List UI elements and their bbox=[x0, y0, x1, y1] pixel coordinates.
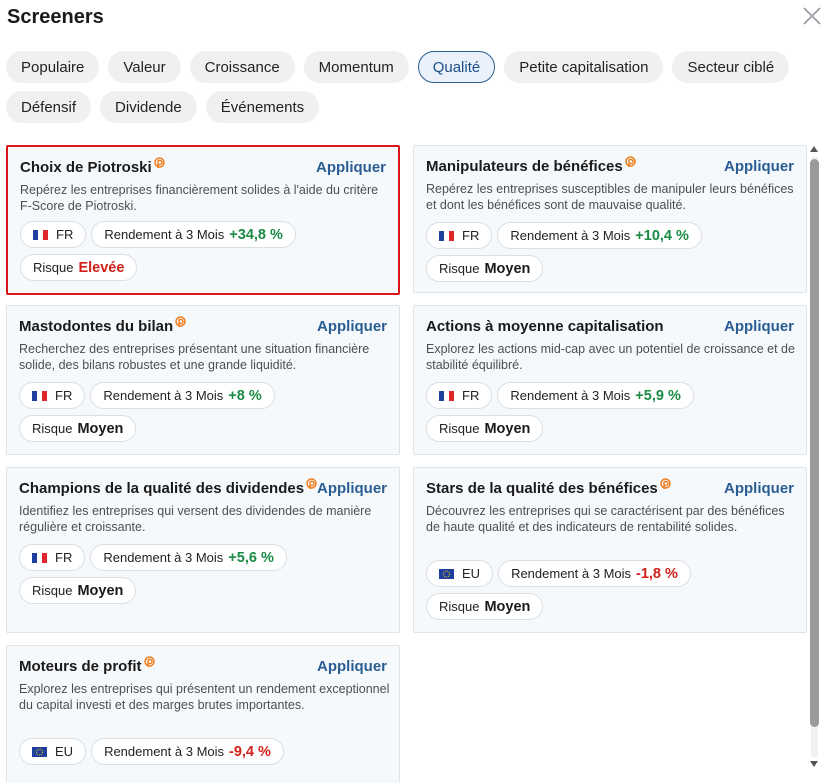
pro-badge-icon bbox=[306, 478, 317, 489]
card-description: Explorez les actions mid-cap avec un pot… bbox=[426, 342, 795, 372]
region-tag: FR bbox=[20, 221, 87, 248]
card-description: Repérez les entreprises financièrement s… bbox=[20, 183, 379, 213]
tab-qualite[interactable]: Qualité bbox=[417, 51, 496, 83]
apply-button[interactable]: Appliquer bbox=[317, 480, 387, 497]
return-value: +8 % bbox=[228, 387, 262, 404]
tab-dividende[interactable]: Dividende bbox=[100, 91, 197, 123]
screener-card-manipulateurs[interactable]: Manipulateurs de bénéfices Appliquer Rep… bbox=[413, 145, 807, 293]
tab-evenements[interactable]: Événements bbox=[205, 91, 320, 123]
tab-croissance[interactable]: Croissance bbox=[189, 51, 295, 83]
return-value: +34,8 % bbox=[229, 226, 283, 243]
return-value: -9,4 % bbox=[229, 743, 271, 760]
apply-button[interactable]: Appliquer bbox=[316, 159, 386, 176]
pro-badge-icon bbox=[143, 656, 155, 667]
card-title: Mastodontes du bilan bbox=[19, 316, 186, 335]
tab-petite-capitalisation[interactable]: Petite capitalisation bbox=[504, 51, 664, 83]
pro-badge-icon bbox=[660, 478, 671, 489]
fr-flag-icon bbox=[32, 552, 47, 563]
return-tag: Rendement à 3 Mois +5,6 % bbox=[90, 544, 287, 571]
pro-badge-icon bbox=[153, 157, 165, 168]
tab-populaire[interactable]: Populaire bbox=[6, 51, 100, 83]
return-tag: Rendement à 3 Mois +34,8 % bbox=[91, 221, 296, 248]
card-title: Moteurs de profit bbox=[19, 656, 155, 675]
risk-tag: Risque Moyen bbox=[426, 415, 544, 442]
card-title: Choix de Piotroski bbox=[20, 157, 165, 176]
pro-badge-icon bbox=[175, 316, 186, 327]
scroll-up-icon[interactable] bbox=[810, 146, 818, 152]
return-tag: Rendement à 3 Mois +8 % bbox=[90, 382, 275, 409]
fr-flag-icon bbox=[32, 390, 47, 401]
scroll-down-icon[interactable] bbox=[810, 761, 818, 767]
screener-card-mastodontes[interactable]: Mastodontes du bilan Appliquer Recherche… bbox=[6, 305, 400, 455]
risk-tag: Risque Moyen bbox=[426, 593, 544, 620]
apply-button[interactable]: Appliquer bbox=[724, 318, 794, 335]
screener-card-moyenne-capitalisation[interactable]: Actions à moyenne capitalisation Appliqu… bbox=[413, 305, 807, 455]
scrollbar[interactable] bbox=[809, 145, 820, 771]
card-description: Repérez les entreprises susceptibles de … bbox=[426, 182, 794, 212]
eu-flag-icon bbox=[32, 746, 47, 757]
dialog-title: Screeners bbox=[7, 6, 104, 28]
card-title: Stars de la qualité des bénéfices bbox=[426, 478, 671, 497]
card-title: Manipulateurs de bénéfices bbox=[426, 156, 636, 175]
apply-button[interactable]: Appliquer bbox=[317, 318, 387, 335]
category-tabs: Populaire Valeur Croissance Momentum Qua… bbox=[6, 51, 796, 123]
return-value: -1,8 % bbox=[636, 565, 678, 582]
apply-button[interactable]: Appliquer bbox=[317, 658, 387, 675]
fr-flag-icon bbox=[439, 390, 454, 401]
screener-card-moteurs-profit[interactable]: Moteurs de profit Appliquer Explorez les… bbox=[6, 645, 400, 783]
region-tag: FR bbox=[426, 222, 493, 249]
fr-flag-icon bbox=[439, 230, 454, 241]
return-value: +5,6 % bbox=[228, 549, 274, 566]
region-tag: EU bbox=[19, 738, 87, 765]
card-title: Champions de la qualité des dividendes bbox=[19, 478, 317, 497]
region-tag: FR bbox=[19, 544, 86, 571]
card-description: Identifiez les entreprises qui versent d… bbox=[19, 504, 372, 534]
region-tag: EU bbox=[426, 560, 494, 587]
return-tag: Rendement à 3 Mois -9,4 % bbox=[91, 738, 284, 765]
fr-flag-icon bbox=[33, 229, 48, 240]
risk-value: Moyen bbox=[484, 420, 531, 437]
screener-card-piotroski[interactable]: Choix de Piotroski Appliquer Repérez les… bbox=[6, 145, 400, 295]
risk-value: Moyen bbox=[77, 582, 124, 599]
apply-button[interactable]: Appliquer bbox=[724, 480, 794, 497]
risk-value: Elevée bbox=[78, 259, 125, 276]
return-value: +5,9 % bbox=[635, 387, 681, 404]
scroll-thumb[interactable] bbox=[810, 159, 819, 727]
return-tag: Rendement à 3 Mois -1,8 % bbox=[498, 560, 691, 587]
risk-tag: Risque Moyen bbox=[426, 255, 544, 282]
risk-tag: Risque Elevée bbox=[20, 254, 138, 281]
card-description: Découvrez les entreprises qui se caracté… bbox=[426, 504, 785, 534]
screener-card-champions-dividendes[interactable]: Champions de la qualité des dividendes A… bbox=[6, 467, 400, 633]
tab-defensif[interactable]: Défensif bbox=[6, 91, 92, 123]
card-title: Actions à moyenne capitalisation bbox=[426, 318, 664, 335]
risk-tag: Risque Moyen bbox=[19, 415, 137, 442]
close-icon[interactable] bbox=[802, 6, 822, 26]
return-tag: Rendement à 3 Mois +5,9 % bbox=[497, 382, 694, 409]
card-description: Explorez les entreprises qui présentent … bbox=[19, 682, 390, 712]
risk-value: Moyen bbox=[484, 260, 531, 277]
tab-momentum[interactable]: Momentum bbox=[303, 51, 409, 83]
risk-tag: Risque Moyen bbox=[19, 577, 137, 604]
pro-badge-icon bbox=[624, 156, 636, 167]
risk-value: Moyen bbox=[484, 598, 531, 615]
risk-value: Moyen bbox=[77, 420, 124, 437]
eu-flag-icon bbox=[439, 568, 454, 579]
return-tag: Rendement à 3 Mois +10,4 % bbox=[497, 222, 702, 249]
tab-secteur-cible[interactable]: Secteur ciblé bbox=[672, 51, 790, 83]
screener-card-stars-benefices[interactable]: Stars de la qualité des bénéfices Appliq… bbox=[413, 467, 807, 633]
return-value: +10,4 % bbox=[635, 227, 689, 244]
region-tag: FR bbox=[426, 382, 493, 409]
region-tag: FR bbox=[19, 382, 86, 409]
card-description: Recherchez des entreprises présentant un… bbox=[19, 342, 370, 372]
apply-button[interactable]: Appliquer bbox=[724, 158, 794, 175]
tab-valeur[interactable]: Valeur bbox=[108, 51, 181, 83]
